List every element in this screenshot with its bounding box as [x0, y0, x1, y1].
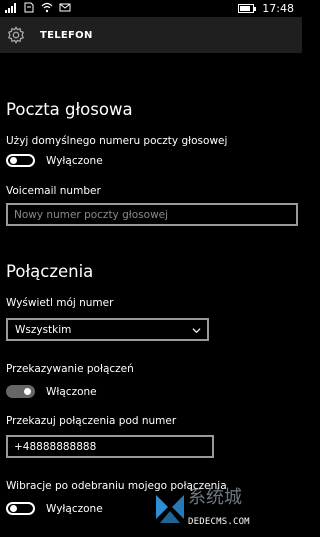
signal-icon [5, 3, 16, 13]
forward-to-number-input[interactable]: +48888888888 [6, 435, 214, 458]
sim-icon [24, 2, 34, 13]
section-title-calls: Połączenia [6, 262, 94, 281]
wifi-icon [41, 2, 53, 13]
call-forwarding-label: Przekazywanie połączeń [6, 363, 134, 375]
chevron-down-icon [192, 328, 201, 334]
vibrate-on-answer-toggle[interactable] [6, 502, 35, 515]
watermark-text: 系统城 [188, 487, 242, 508]
watermark-logo-icon [156, 495, 184, 523]
watermark: 系统城 DEDECMS.COM [152, 477, 302, 537]
gear-icon [7, 26, 25, 44]
app-header: TELEFON [0, 17, 302, 53]
settings-button[interactable] [2, 21, 30, 49]
vibrate-on-answer-toggle-row[interactable]: Wyłączone [6, 502, 103, 515]
use-default-voicemail-state: Wyłączone [46, 154, 103, 167]
call-forwarding-toggle[interactable] [6, 385, 35, 398]
show-my-number-value: Wszystkim [15, 323, 72, 336]
call-forwarding-toggle-row[interactable]: Włączone [6, 385, 97, 398]
use-default-voicemail-toggle[interactable] [6, 154, 35, 167]
show-my-number-label: Wyświetl mój numer [6, 297, 114, 309]
battery-icon [238, 4, 257, 13]
status-right: 17:48 [238, 2, 294, 15]
use-default-voicemail-toggle-row[interactable]: Wyłączone [6, 154, 103, 167]
message-icon [59, 3, 71, 12]
status-bar: 17:48 [0, 0, 302, 17]
call-forwarding-state: Włączone [46, 385, 97, 398]
forward-to-number-label: Przekazuj połączenia pod numer [6, 415, 177, 427]
status-icons [5, 2, 71, 13]
show-my-number-dropdown[interactable]: Wszystkim [6, 318, 209, 341]
status-time: 17:48 [262, 2, 294, 15]
voicemail-number-input[interactable]: Nowy numer poczty głosowej [6, 203, 298, 226]
section-title-voicemail: Poczta głosowa [6, 100, 133, 119]
page-title: TELEFON [40, 29, 93, 41]
watermark-url: DEDECMS.COM [188, 517, 250, 527]
use-default-voicemail-label: Użyj domyślnego numeru poczty głosowej [6, 135, 228, 147]
vibrate-on-answer-state: Wyłączone [46, 502, 103, 515]
voicemail-number-label: Voicemail number [6, 185, 101, 197]
